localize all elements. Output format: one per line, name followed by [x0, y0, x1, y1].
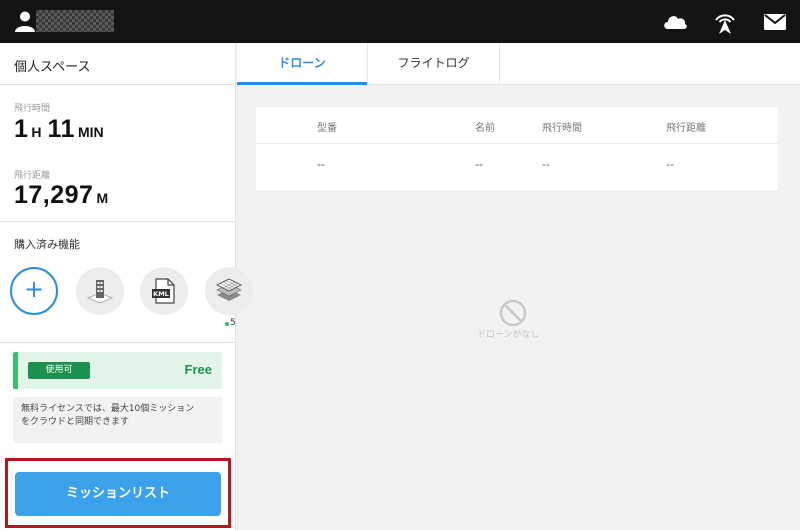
table-header: 型番 名前 飛行時間 飛行距離 — [256, 107, 778, 144]
license-note-line2: をクラウドと同期できます — [21, 417, 130, 427]
cell-flight-time: -- — [542, 158, 550, 171]
flight-time-value: 1 H 11 MIN — [14, 115, 110, 144]
flight-time-hours-unit: H — [31, 124, 42, 140]
cloud-icon[interactable] — [661, 8, 689, 36]
flight-distance-value: 17,297 M — [14, 181, 114, 210]
building-icon — [86, 280, 114, 304]
column-model[interactable]: 型番 — [317, 119, 337, 134]
add-icon: + — [23, 275, 45, 303]
username-redacted — [36, 10, 114, 32]
column-name[interactable]: 名前 — [475, 119, 495, 134]
purchased-features-title: 購入済み機能 — [14, 238, 80, 251]
flight-time-hours: 1 — [14, 115, 29, 143]
drone-table: 型番 名前 飛行時間 飛行距離 -- -- -- -- — [256, 107, 778, 190]
cell-name: -- — [475, 158, 483, 171]
column-flight-time[interactable]: 飛行時間 — [542, 119, 582, 134]
no-entry-icon — [499, 299, 527, 327]
feature-kml[interactable]: KML — [140, 267, 188, 315]
cell-model: -- — [317, 158, 325, 171]
flight-time-minutes-unit: MIN — [77, 124, 104, 140]
feature-count-dot — [225, 322, 229, 326]
cell-flight-distance: -- — [666, 158, 674, 171]
top-bar — [0, 0, 800, 43]
tab-drone[interactable]: ドローン — [237, 43, 367, 85]
flight-time-label: 飛行時間 — [14, 104, 51, 114]
sidebar-header: 個人スペース — [0, 43, 236, 85]
sidebar-title: 個人スペース — [14, 60, 91, 75]
flight-time-minutes: 11 — [47, 115, 75, 143]
tab-flight-log[interactable]: フライトログ — [367, 43, 500, 85]
svg-text:KML: KML — [153, 290, 169, 298]
feature-building[interactable] — [76, 267, 124, 315]
license-note: 無料ライセンスでは、最大10個ミッション をクラウドと同期できます — [13, 397, 222, 443]
sidebar: 個人スペース 飛行時間 1 H 11 MIN 飛行距離 17,297 M 購入済み機能 … — [0, 43, 253, 530]
flight-distance-number: 17,297 — [14, 181, 94, 209]
mission-list-button[interactable]: ミッションリスト — [15, 472, 221, 516]
mail-icon[interactable] — [761, 8, 789, 36]
divider — [0, 221, 236, 222]
map-layers-icon — [216, 278, 242, 301]
divider — [0, 342, 236, 343]
license-note-line1: 無料ライセンスでは、最大10個ミッション — [21, 404, 195, 414]
feature-count: 5 — [230, 318, 236, 328]
license-status: 使用可 Free — [13, 352, 222, 389]
feature-map-layers[interactable] — [205, 267, 253, 315]
column-flight-distance[interactable]: 飛行距離 — [666, 119, 706, 134]
license-plan: Free — [184, 362, 212, 377]
add-feature-button[interactable]: + — [10, 267, 58, 315]
flight-distance-label: 飛行距離 — [14, 171, 51, 181]
flight-distance-unit: M — [96, 190, 109, 206]
kml-file-icon: KML — [152, 278, 175, 304]
empty-state-text: ドローンがなし — [477, 330, 540, 340]
user-icon[interactable] — [14, 10, 36, 32]
tab-bar: ドローン フライトログ — [237, 43, 800, 85]
drone-sync-icon[interactable] — [711, 8, 739, 36]
license-badge: 使用可 — [28, 362, 90, 379]
